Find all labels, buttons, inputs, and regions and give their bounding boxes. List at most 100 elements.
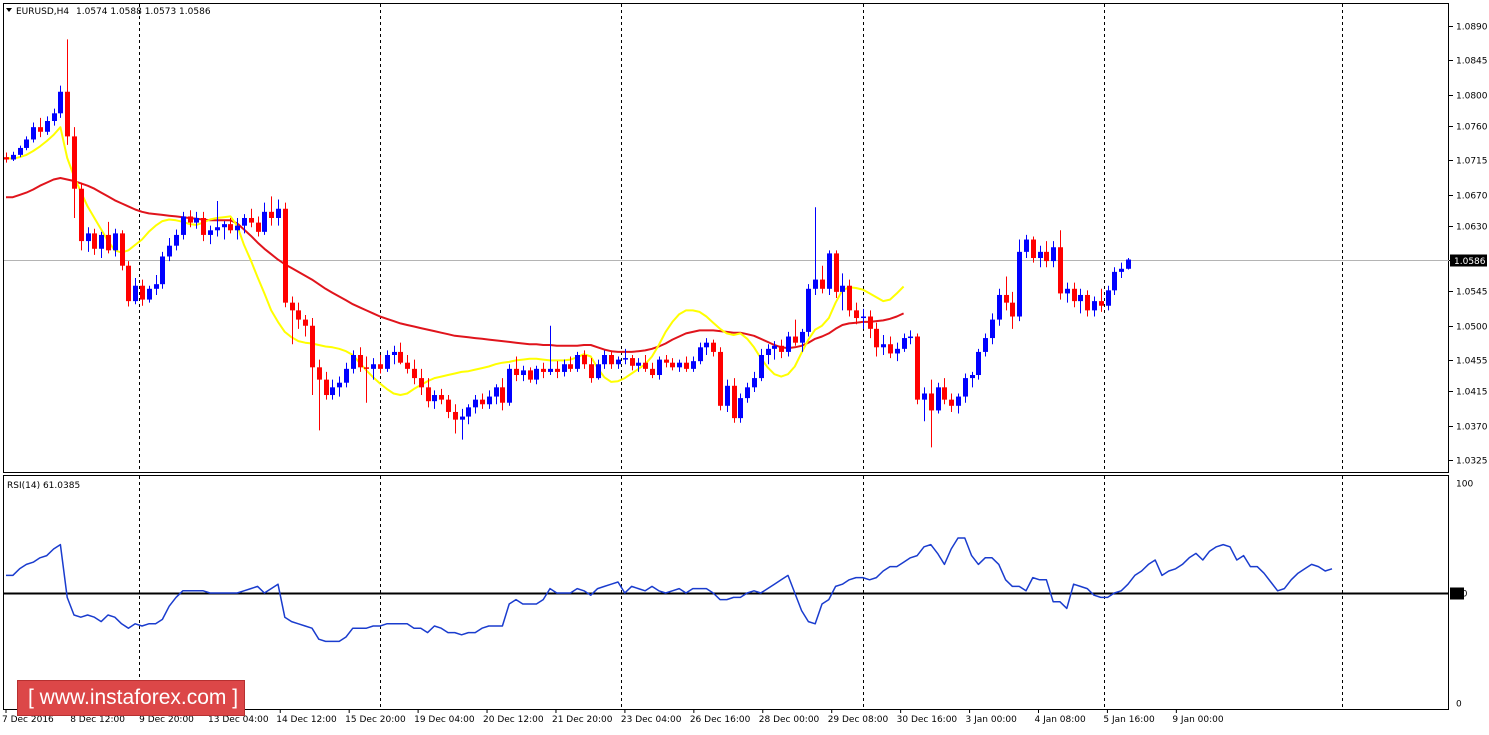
candle-body xyxy=(222,224,227,228)
candle-body xyxy=(453,411,458,420)
candle-body xyxy=(405,362,410,369)
candle-body xyxy=(528,370,533,380)
y-tick-label: 1.0630 xyxy=(1456,223,1488,233)
candle-body xyxy=(725,385,730,406)
candle-body xyxy=(201,217,206,235)
x-tick-label: 7 Dec 2016 xyxy=(2,715,54,725)
candle-body xyxy=(310,325,315,368)
current-price-label: 1.0586 xyxy=(1454,257,1486,267)
candle-body xyxy=(1119,268,1124,272)
candle-body xyxy=(181,216,186,235)
candle-body xyxy=(351,355,356,369)
candle-body xyxy=(868,316,873,329)
candle-body xyxy=(317,367,322,380)
candle-body xyxy=(562,364,567,372)
x-tick-label: 9 Jan 00:00 xyxy=(1172,715,1224,725)
candle-body xyxy=(290,302,295,311)
candle-body xyxy=(344,368,349,383)
candle-body xyxy=(256,222,261,232)
candle-body xyxy=(1031,239,1036,259)
candle-body xyxy=(555,368,560,372)
candle-body xyxy=(1010,302,1015,317)
candle-body xyxy=(820,279,825,289)
candle-body xyxy=(596,364,601,379)
candle-body xyxy=(548,368,553,372)
x-tick-label: 19 Dec 04:00 xyxy=(414,715,475,725)
candle-body xyxy=(11,154,16,160)
candle-body xyxy=(432,395,437,402)
candle-body xyxy=(65,91,70,137)
candle-body xyxy=(772,345,777,349)
candle-body xyxy=(827,253,832,289)
candle-body xyxy=(779,345,784,352)
x-tick-label: 28 Dec 00:00 xyxy=(759,715,820,725)
candle-body xyxy=(160,256,165,285)
candle-body xyxy=(664,359,669,363)
candle-body xyxy=(147,288,152,300)
x-tick-label: 14 Dec 12:00 xyxy=(276,715,337,725)
candle-body xyxy=(188,216,193,223)
candle-body xyxy=(1085,294,1090,311)
candle-body xyxy=(296,310,301,320)
candle-body xyxy=(1065,288,1070,294)
rsi-level-tag xyxy=(1450,587,1464,600)
candle-body xyxy=(1112,271,1117,291)
candle-body xyxy=(738,398,743,419)
chart-canvas[interactable]: 7 Dec 2016 8 Dec 12:00 9 Dec 20:00 13 Dec 0… xyxy=(0,0,1489,731)
candle-body xyxy=(929,393,934,411)
x-tick-label: 15 Dec 20:00 xyxy=(345,715,406,725)
x-tick-label: 4 Jan 08:00 xyxy=(1034,715,1086,725)
candle-body xyxy=(1092,301,1097,311)
candle-body xyxy=(711,342,716,352)
candle-body xyxy=(1126,259,1131,269)
candle-body xyxy=(1099,301,1104,306)
rsi-label: RSI(14) 61.0385 xyxy=(7,481,80,491)
x-tick-label: 8 Dec 12:00 xyxy=(70,715,125,725)
candle-body xyxy=(568,364,573,369)
y-tick-label: 1.0890 xyxy=(1456,23,1488,33)
candle-body xyxy=(324,379,329,396)
candle-body xyxy=(677,362,682,368)
candle-body xyxy=(228,224,233,231)
candle-body xyxy=(330,387,335,396)
candle-body xyxy=(956,396,961,406)
candle-body xyxy=(997,294,1002,320)
candle-body xyxy=(834,253,839,292)
x-tick-label: 9 Dec 20:00 xyxy=(139,715,194,725)
candle-body xyxy=(1106,290,1111,306)
candle-body xyxy=(242,217,247,226)
y-tick-label: 1.0670 xyxy=(1456,192,1488,202)
candle-body xyxy=(902,338,907,349)
candle-body xyxy=(303,319,308,326)
candle-body xyxy=(1038,251,1043,259)
candle-body xyxy=(38,127,43,132)
candle-body xyxy=(514,368,519,376)
candle-body xyxy=(698,347,703,362)
candle-body xyxy=(752,378,757,388)
candle-body xyxy=(72,136,77,189)
candle-body xyxy=(623,358,628,360)
candle-body xyxy=(704,342,709,348)
candle-body xyxy=(922,393,927,400)
candle-body xyxy=(466,407,471,417)
y-tick-label: 1.0845 xyxy=(1456,57,1488,67)
candle-body xyxy=(412,368,417,379)
candle-body xyxy=(439,395,444,400)
candle-body xyxy=(58,91,63,114)
candle-body xyxy=(636,362,641,366)
y-tick-label: 1.0715 xyxy=(1456,157,1488,167)
y-tick-label: 1.0325 xyxy=(1456,457,1488,467)
candle-body xyxy=(460,416,465,420)
x-tick-label: 3 Jan 00:00 xyxy=(966,715,1018,725)
candle-body xyxy=(793,336,798,343)
candle-body xyxy=(1024,239,1029,252)
candle-body xyxy=(874,328,879,348)
rsi-y-tick-label: 0 xyxy=(1456,700,1462,710)
candle-body xyxy=(745,387,750,399)
candle-body xyxy=(106,234,111,251)
candle-body xyxy=(24,139,29,148)
y-tick-label: 1.0800 xyxy=(1456,92,1488,102)
candle-body xyxy=(500,387,505,403)
x-tick-label: 13 Dec 04:00 xyxy=(208,715,269,725)
trading-chart[interactable]: 7 Dec 2016 8 Dec 12:00 9 Dec 20:00 13 Dec 0… xyxy=(0,0,1489,731)
